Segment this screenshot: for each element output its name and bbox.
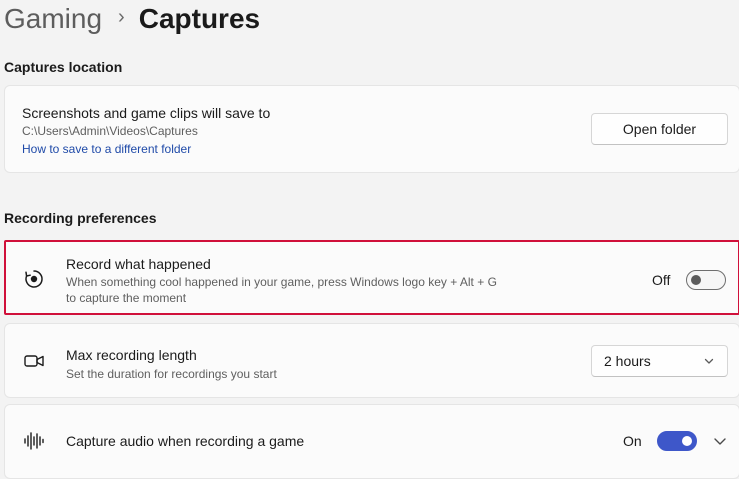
record-what-happened-title: Record what happened (66, 256, 211, 272)
capture-audio-title: Capture audio when recording a game (66, 433, 305, 449)
change-folder-help-link[interactable]: How to save to a different folder (22, 142, 191, 156)
captures-folder-path: C:\Users\Admin\Videos\Captures (22, 124, 198, 138)
breadcrumb-separator: › (118, 6, 125, 28)
max-recording-length-title: Max recording length (66, 347, 197, 363)
max-recording-length-selected: 2 hours (604, 353, 651, 369)
capture-audio-toggle-state: On (623, 433, 642, 449)
breadcrumb: Gaming › Captures (4, 0, 260, 38)
breadcrumb-parent-gaming[interactable]: Gaming (4, 0, 102, 38)
captures-location-card: Screenshots and game clips will save to … (4, 85, 739, 173)
captures-location-title: Screenshots and game clips will save to (22, 105, 271, 121)
chevron-down-icon (704, 358, 714, 364)
audio-waveform-icon (23, 430, 45, 452)
max-recording-length-card: Max recording length Set the duration fo… (4, 323, 739, 398)
record-what-happened-card: Record what happened When something cool… (4, 240, 739, 315)
record-icon (23, 268, 45, 290)
record-what-happened-description-line2: to capture the moment (66, 291, 187, 305)
section-title-recording-preferences: Recording preferences (4, 210, 157, 226)
max-recording-length-dropdown[interactable]: 2 hours (591, 345, 728, 377)
toggle-knob (691, 275, 701, 285)
max-recording-length-description: Set the duration for recordings you star… (66, 367, 277, 381)
page-title: Captures (138, 3, 261, 34)
toggle-knob (682, 436, 692, 446)
open-folder-button[interactable]: Open folder (591, 113, 728, 145)
record-what-happened-toggle-state: Off (652, 272, 671, 288)
capture-audio-card: Capture audio when recording a game On (4, 404, 739, 479)
record-what-happened-description-line1: When something cool happened in your gam… (66, 275, 497, 289)
capture-audio-toggle[interactable] (657, 431, 697, 451)
video-camera-icon (23, 350, 45, 372)
section-title-captures-location: Captures location (4, 59, 123, 75)
expand-chevron-icon[interactable] (712, 433, 728, 449)
record-what-happened-toggle[interactable] (686, 270, 726, 290)
